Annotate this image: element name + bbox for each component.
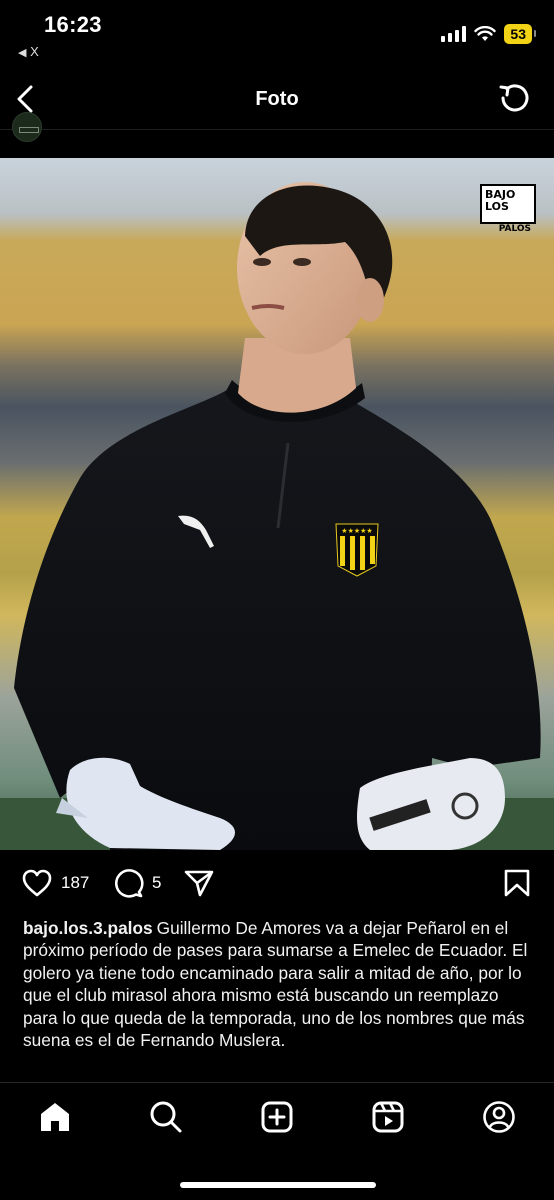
save-button[interactable] [503, 868, 531, 898]
status-indicators: 53 [441, 24, 536, 44]
post-action-bar: 187 5 [0, 862, 554, 906]
share-icon [184, 870, 214, 897]
heart-icon [22, 869, 52, 897]
tab-create[interactable] [259, 1099, 295, 1135]
back-to-app-link[interactable]: ◀ X [18, 44, 39, 59]
cellular-signal-icon [441, 26, 467, 42]
comment-button[interactable]: 5 [112, 868, 161, 898]
bottom-nav [0, 1082, 554, 1200]
home-icon [41, 1103, 69, 1131]
status-time: 16:23 [44, 12, 102, 37]
battery-indicator: 53 [504, 24, 536, 44]
create-icon [261, 1101, 293, 1133]
page-title: Foto [255, 88, 299, 110]
tab-home[interactable] [37, 1099, 73, 1135]
search-icon [150, 1101, 182, 1133]
watermark-line1: BAJO LOS [485, 188, 516, 213]
home-indicator[interactable] [180, 1182, 376, 1188]
back-app-name: X [30, 44, 39, 59]
tab-profile[interactable] [481, 1099, 517, 1135]
profile-icon [483, 1101, 515, 1133]
bookmark-icon [504, 869, 530, 897]
nav-header: Foto [0, 68, 554, 130]
comment-icon [114, 869, 144, 898]
tab-search[interactable] [148, 1099, 184, 1135]
photo-watermark-logo: BAJO LOS PALOS [480, 184, 536, 234]
like-button[interactable]: 187 [21, 868, 89, 898]
previous-post-avatar[interactable] [12, 112, 42, 142]
wifi-icon [474, 26, 497, 41]
status-bar: 16:23 ◀ X 53 [0, 0, 554, 68]
share-button[interactable] [183, 868, 215, 898]
watermark-line2: PALOS [498, 224, 531, 234]
reels-icon [372, 1101, 404, 1133]
back-triangle-icon: ◀ [18, 47, 27, 59]
post-caption: bajo.los.3.palos Guillermo De Amores va a… [23, 917, 531, 1051]
svg-text:★★★★★: ★★★★★ [341, 527, 372, 535]
goalkeeper-photo: ★★★★★ [0, 182, 554, 850]
like-count: 187 [61, 873, 90, 892]
caption-username[interactable]: bajo.los.3.palos [23, 918, 153, 938]
tab-reels[interactable] [370, 1099, 406, 1135]
post-photo[interactable]: ★★★★★ BAJO LOS PALOS [0, 158, 554, 850]
comment-count: 5 [152, 873, 162, 892]
refresh-icon [499, 84, 529, 112]
refresh-button[interactable] [498, 81, 532, 115]
